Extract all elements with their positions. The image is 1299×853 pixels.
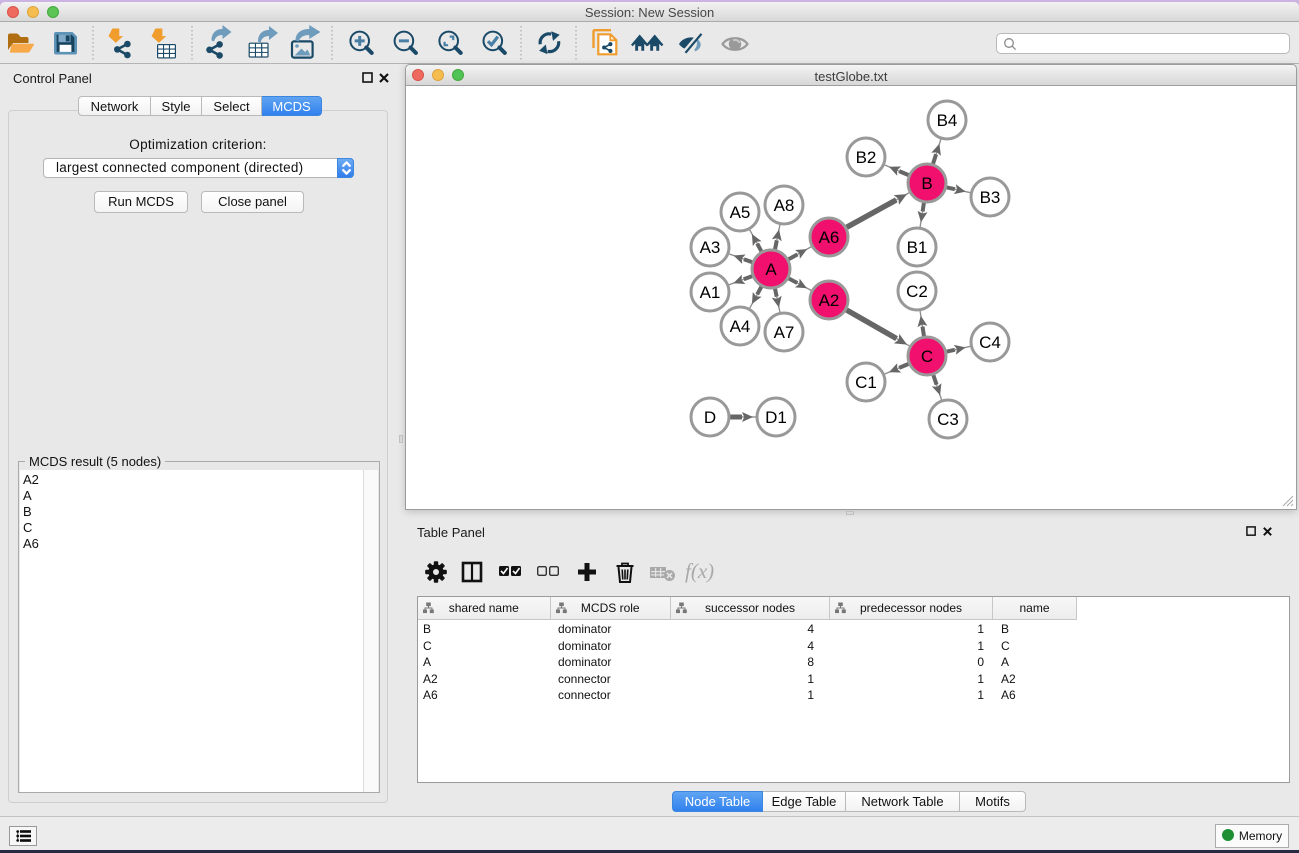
svg-text:A4: A4 xyxy=(730,317,751,336)
svg-text:A5: A5 xyxy=(730,203,751,222)
svg-text:B4: B4 xyxy=(937,111,958,130)
svg-text:A8: A8 xyxy=(774,196,795,215)
svg-text:B1: B1 xyxy=(907,238,928,257)
svg-text:A7: A7 xyxy=(774,323,795,342)
svg-text:C: C xyxy=(921,347,933,366)
svg-text:A3: A3 xyxy=(700,238,721,257)
svg-text:A6: A6 xyxy=(819,228,840,247)
svg-text:B3: B3 xyxy=(980,188,1001,207)
svg-text:B2: B2 xyxy=(856,148,877,167)
svg-text:A2: A2 xyxy=(819,291,840,310)
svg-text:D1: D1 xyxy=(765,408,787,427)
svg-text:f(x): f(x) xyxy=(685,559,714,583)
svg-text:C3: C3 xyxy=(937,410,959,429)
svg-text:A1: A1 xyxy=(700,283,721,302)
svg-text:C4: C4 xyxy=(979,333,1001,352)
svg-text:C2: C2 xyxy=(906,282,928,301)
svg-text:A: A xyxy=(765,260,777,279)
svg-text:C1: C1 xyxy=(855,373,877,392)
svg-text:B: B xyxy=(921,174,932,193)
svg-text:D: D xyxy=(704,408,716,427)
